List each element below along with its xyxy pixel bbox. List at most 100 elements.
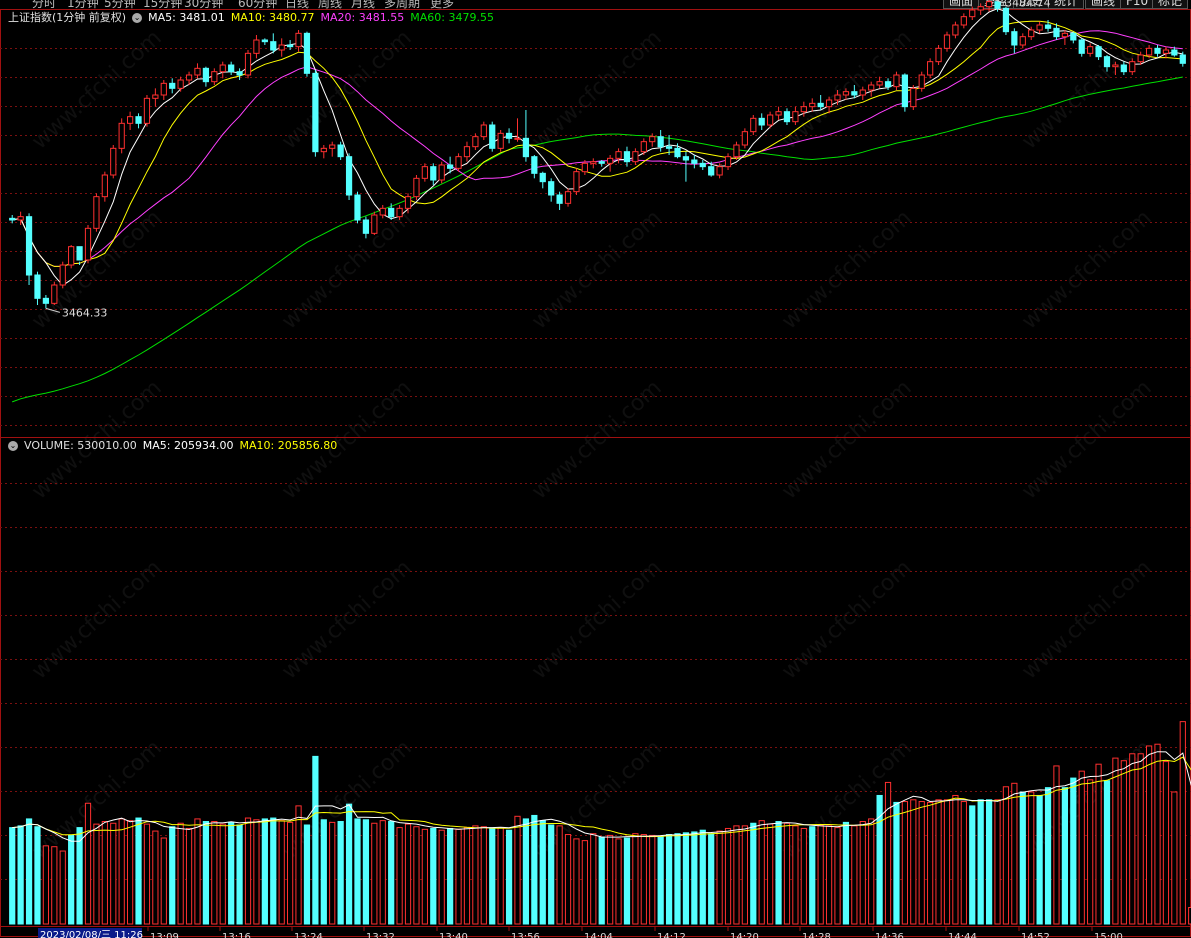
volume-bar	[1019, 791, 1026, 925]
watermark-text: www.cfchi.com	[527, 556, 666, 685]
high-price-label: 3484.74	[1005, 0, 1051, 9]
volume-bar	[1179, 721, 1186, 925]
volume-bar	[1145, 745, 1153, 925]
candle-body	[783, 111, 791, 123]
candle-body	[960, 16, 967, 26]
candle-body	[76, 246, 83, 261]
ma60-label: MA60: 3479.55	[410, 11, 494, 24]
candle-body	[674, 147, 681, 158]
candle-body	[615, 151, 622, 159]
volume-bar	[362, 819, 370, 925]
watermark-text: www.cfchi.com	[527, 206, 666, 335]
volume-bar	[893, 801, 900, 925]
candle-body	[480, 124, 487, 138]
volume-bar	[817, 824, 824, 925]
volume-bar	[674, 833, 681, 925]
volume-bar	[632, 833, 639, 925]
volume-bar	[185, 827, 193, 925]
watermark-text: www.cfchi.com	[777, 556, 916, 685]
candle-body	[623, 151, 631, 163]
candle-body	[143, 97, 151, 124]
candle-body	[278, 44, 285, 51]
candle-body	[1112, 64, 1119, 68]
volume-bar	[985, 799, 993, 925]
candle-body	[775, 111, 782, 116]
candle-body	[34, 274, 41, 299]
volume-bar	[691, 831, 698, 925]
candle-body	[1154, 47, 1161, 54]
volume-bar	[573, 838, 580, 925]
time-tick-label: 13:56	[511, 932, 540, 938]
candle-body	[1129, 61, 1136, 73]
volume-bar	[918, 801, 925, 925]
volume-bar	[371, 822, 378, 925]
candle-body	[371, 214, 378, 234]
ma20-label: MA20: 3481.55	[320, 11, 405, 24]
candle-body	[994, 1, 1001, 9]
candle-body	[969, 9, 976, 18]
volume-bar	[379, 820, 386, 925]
candle-body	[733, 144, 740, 158]
volume-bar	[497, 827, 504, 925]
volume-bar	[943, 799, 951, 925]
candle-body	[699, 162, 706, 168]
candle-body	[564, 191, 572, 204]
volume-bar	[320, 819, 327, 925]
volume-toggle-icon[interactable]: ⌄	[8, 441, 18, 451]
candle-body	[51, 284, 58, 304]
watermark-text: www.cfchi.com	[1017, 206, 1156, 335]
watermark-text: www.cfchi.com	[277, 556, 416, 685]
volume-bar	[994, 799, 1001, 925]
candle-body	[935, 47, 942, 63]
volume-bar	[278, 820, 285, 925]
candle-body	[1011, 31, 1018, 46]
volume-bar	[34, 826, 41, 925]
ma10-label: MA10: 3480.77	[230, 11, 315, 24]
volume-bar	[1044, 787, 1052, 925]
candle-body	[691, 159, 698, 164]
kline-chart: www.cfchi.com www.cfchi.com www.cfchi.com w…	[0, 0, 1191, 938]
candle-body	[539, 172, 546, 183]
volume-bar	[118, 818, 125, 925]
candle-body	[1002, 7, 1010, 33]
volume-bar	[649, 834, 656, 925]
candle-body	[303, 32, 311, 74]
volume-bar	[295, 805, 302, 925]
volume-bar	[935, 799, 942, 925]
candle-body	[531, 156, 538, 174]
volume-bar	[910, 799, 917, 925]
volume-bar	[312, 755, 319, 925]
volume-bar	[531, 814, 538, 925]
candle-body	[522, 137, 530, 158]
volume-bar	[1103, 780, 1111, 925]
candle-body	[682, 156, 690, 161]
volume-bar	[969, 805, 976, 925]
candle-body	[194, 67, 201, 76]
volume-bar	[219, 823, 226, 925]
volume-bar	[1028, 791, 1035, 925]
candle-body	[59, 264, 66, 286]
candle-body	[1028, 29, 1035, 38]
volume-bar	[657, 835, 664, 925]
candle-body	[312, 72, 319, 153]
ma20-line	[12, 30, 1183, 267]
candle-body	[985, 1, 993, 8]
volume-bar	[270, 817, 277, 925]
volume-bar	[472, 825, 479, 925]
volume-bar	[84, 802, 92, 925]
volume-bar	[413, 826, 420, 925]
candle-body	[556, 194, 563, 204]
volume-bar	[287, 821, 294, 925]
candle-body	[1095, 46, 1102, 58]
volume-bar	[809, 826, 816, 925]
volume-bar	[1078, 770, 1085, 925]
candle-body	[135, 116, 142, 124]
ma10-line	[12, 20, 1183, 267]
candle-body	[977, 6, 984, 11]
settings-toggle-icon[interactable]: ⌄	[132, 13, 143, 23]
volume-bar	[539, 820, 546, 925]
volume-bar	[261, 818, 268, 925]
time-tick-label: 15:00	[1094, 932, 1123, 938]
candle-body	[211, 71, 218, 83]
volume-bar	[202, 821, 210, 925]
